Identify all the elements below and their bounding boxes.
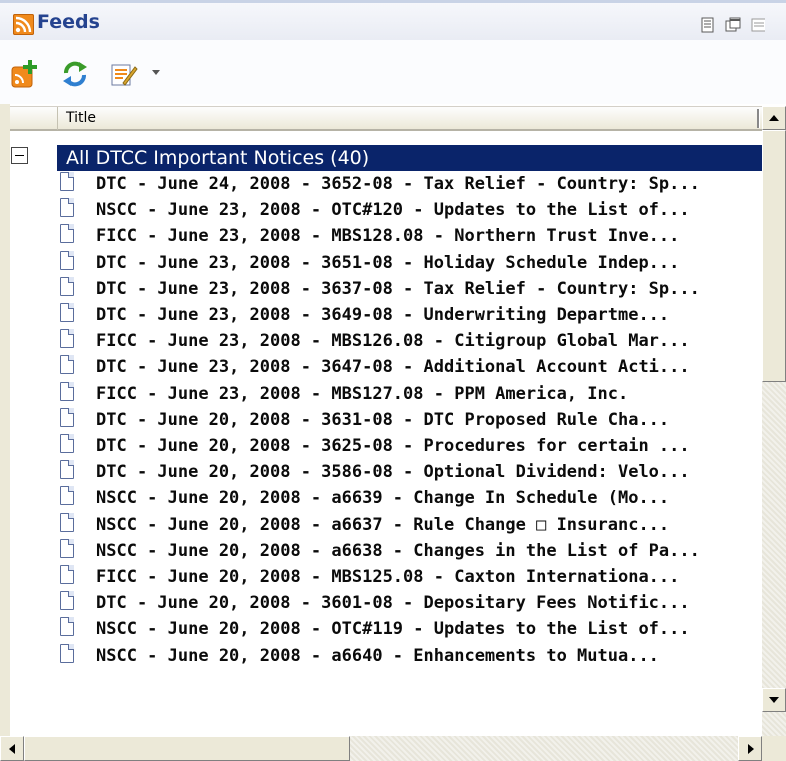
document-icon <box>60 434 74 453</box>
document-icon <box>60 538 74 558</box>
pane-edge <box>0 104 10 736</box>
list-item-label: NSCC - June 23, 2008 - OTC#120 - Updates… <box>96 200 690 221</box>
list-item[interactable]: DTC - June 20, 2008 - 3601-08 - Deposita… <box>10 590 762 616</box>
list-item[interactable]: DTC - June 23, 2008 - 3647-08 - Addition… <box>10 354 762 380</box>
scroll-right-button[interactable] <box>738 736 762 761</box>
rss-feed-icon <box>13 14 34 35</box>
list-item[interactable]: FICC - June 23, 2008 - MBS126.08 - Citig… <box>10 328 762 354</box>
feeds-toolbar <box>0 40 786 104</box>
list-item[interactable]: DTC - June 20, 2008 - 3586-08 - Optional… <box>10 459 762 485</box>
document-icon <box>60 486 74 506</box>
column-resize-handle[interactable] <box>757 109 760 128</box>
list-item[interactable]: FICC - June 20, 2008 - MBS125.08 - Caxto… <box>10 564 762 590</box>
feed-properties-button[interactable] <box>108 59 138 89</box>
edit-feed-icon <box>111 64 138 86</box>
collapse-icon[interactable] <box>11 147 28 164</box>
document-icon <box>60 250 74 270</box>
list-item[interactable]: FICC - June 23, 2008 - MBS128.08 - North… <box>10 223 762 249</box>
list-item[interactable]: DTC - June 23, 2008 - 3651-08 - Holiday … <box>10 250 762 276</box>
column-header: Title <box>10 106 762 131</box>
list-item-label: DTC - June 23, 2008 - 3649-08 - Underwri… <box>96 305 670 325</box>
list-item[interactable]: DTC - June 23, 2008 - 3637-08 - Tax Reli… <box>10 276 762 302</box>
list-item-label: NSCC - June 20, 2008 - a6638 - Changes i… <box>96 540 700 561</box>
scroll-left-button[interactable] <box>0 736 24 761</box>
scroll-up-button[interactable] <box>762 106 786 130</box>
list-item-label: DTC - June 20, 2008 - 3625-08 - Procedur… <box>96 436 690 456</box>
chevron-down-icon[interactable] <box>152 70 160 75</box>
list-item-label: DTC - June 20, 2008 - 3631-08 - DTC Prop… <box>96 409 670 430</box>
list-item-label: DTC - June 20, 2008 - 3586-08 - Optional… <box>96 462 690 483</box>
list-item-label: NSCC - June 20, 2008 - a6637 - Rule Chan… <box>96 514 670 535</box>
list-item-label: NSCC - June 20, 2008 - a6640 - Enhanceme… <box>96 645 659 666</box>
list-item[interactable]: NSCC - June 20, 2008 - a6637 - Rule Chan… <box>10 512 762 538</box>
refresh-icon <box>63 61 87 87</box>
list-item[interactable]: DTC - June 24, 2008 - 3652-08 - Tax Reli… <box>10 171 762 197</box>
document-icon <box>60 407 74 427</box>
list-item[interactable]: NSCC - June 20, 2008 - a6639 - Change In… <box>10 485 762 511</box>
refresh-feeds-button[interactable] <box>60 59 90 89</box>
panel-header: Feeds <box>0 0 786 40</box>
panel-options-icon[interactable] <box>700 17 716 33</box>
list-item[interactable]: NSCC - June 23, 2008 - OTC#120 - Updates… <box>10 197 762 223</box>
panel-title: Feeds <box>37 11 100 33</box>
horizontal-scrollbar[interactable] <box>0 736 762 761</box>
document-icon <box>60 303 74 322</box>
add-feed-icon <box>11 60 37 88</box>
list-item-label: DTC - June 23, 2008 - 3647-08 - Addition… <box>96 357 690 378</box>
list-item[interactable]: NSCC - June 20, 2008 - a6638 - Changes i… <box>10 538 762 564</box>
list-item-label: FICC - June 23, 2008 - MBS128.08 - North… <box>96 226 680 247</box>
add-feed-button[interactable] <box>10 59 40 89</box>
document-icon <box>60 591 74 611</box>
list-item[interactable]: DTC - June 20, 2008 - 3625-08 - Procedur… <box>10 433 762 459</box>
arrow-up-icon <box>769 115 779 121</box>
vertical-scroll-thumb[interactable] <box>762 130 786 382</box>
arrow-right-icon <box>748 744 754 754</box>
scrollbar-corner <box>762 736 786 761</box>
column-header-spacer <box>10 107 58 130</box>
list-item-label: DTC - June 23, 2008 - 3637-08 - Tax Reli… <box>96 278 700 299</box>
document-icon <box>60 512 74 532</box>
document-icon <box>60 381 74 401</box>
horizontal-scroll-thumb[interactable] <box>24 736 350 761</box>
arrow-left-icon <box>9 744 15 754</box>
document-icon <box>60 460 74 480</box>
arrow-down-icon <box>769 697 779 703</box>
tree-root-label[interactable]: All DTCC Important Notices (40) <box>57 145 762 171</box>
document-icon <box>60 276 74 296</box>
document-icon <box>60 224 74 244</box>
panel-restore-icon[interactable] <box>725 17 741 33</box>
list-item[interactable]: NSCC - June 20, 2008 - a6640 - Enhanceme… <box>10 643 762 669</box>
list-item-label: DTC - June 23, 2008 - 3651-08 - Holiday … <box>96 252 680 273</box>
document-icon <box>60 643 74 663</box>
vertical-scrollbar[interactable] <box>762 106 786 736</box>
scroll-down-button[interactable] <box>762 688 786 712</box>
document-icon <box>60 355 74 375</box>
list-item[interactable]: DTC - June 20, 2008 - 3631-08 - DTC Prop… <box>10 407 762 433</box>
list-item-label: NSCC - June 20, 2008 - OTC#119 - Updates… <box>96 619 690 640</box>
list-item-label: NSCC - June 20, 2008 - a6639 - Change In… <box>96 488 670 509</box>
list-item-label: FICC - June 23, 2008 - MBS126.08 - Citig… <box>96 331 690 352</box>
list-item[interactable]: DTC - June 23, 2008 - 3649-08 - Underwri… <box>10 302 762 328</box>
list-item-label: FICC - June 23, 2008 - MBS127.08 - PPM A… <box>96 383 629 404</box>
document-icon <box>60 565 74 584</box>
list-item[interactable]: NSCC - June 20, 2008 - OTC#119 - Updates… <box>10 616 762 642</box>
document-icon <box>60 172 74 191</box>
list-item-label: DTC - June 20, 2008 - 3601-08 - Deposita… <box>96 593 690 614</box>
document-icon <box>60 198 74 218</box>
list-item[interactable]: FICC - June 23, 2008 - MBS127.08 - PPM A… <box>10 381 762 407</box>
document-icon <box>60 329 74 349</box>
list-item-label: FICC - June 20, 2008 - MBS125.08 - Caxto… <box>96 567 680 587</box>
column-title[interactable]: Title <box>66 110 96 126</box>
feed-tree: All DTCC Important Notices (40) DTC - Ju… <box>10 131 762 736</box>
panel-close-icon[interactable] <box>751 17 765 33</box>
tree-root-row[interactable]: All DTCC Important Notices (40) <box>10 145 762 171</box>
document-icon <box>60 617 74 637</box>
list-item-label: DTC - June 24, 2008 - 3652-08 - Tax Reli… <box>96 174 700 194</box>
